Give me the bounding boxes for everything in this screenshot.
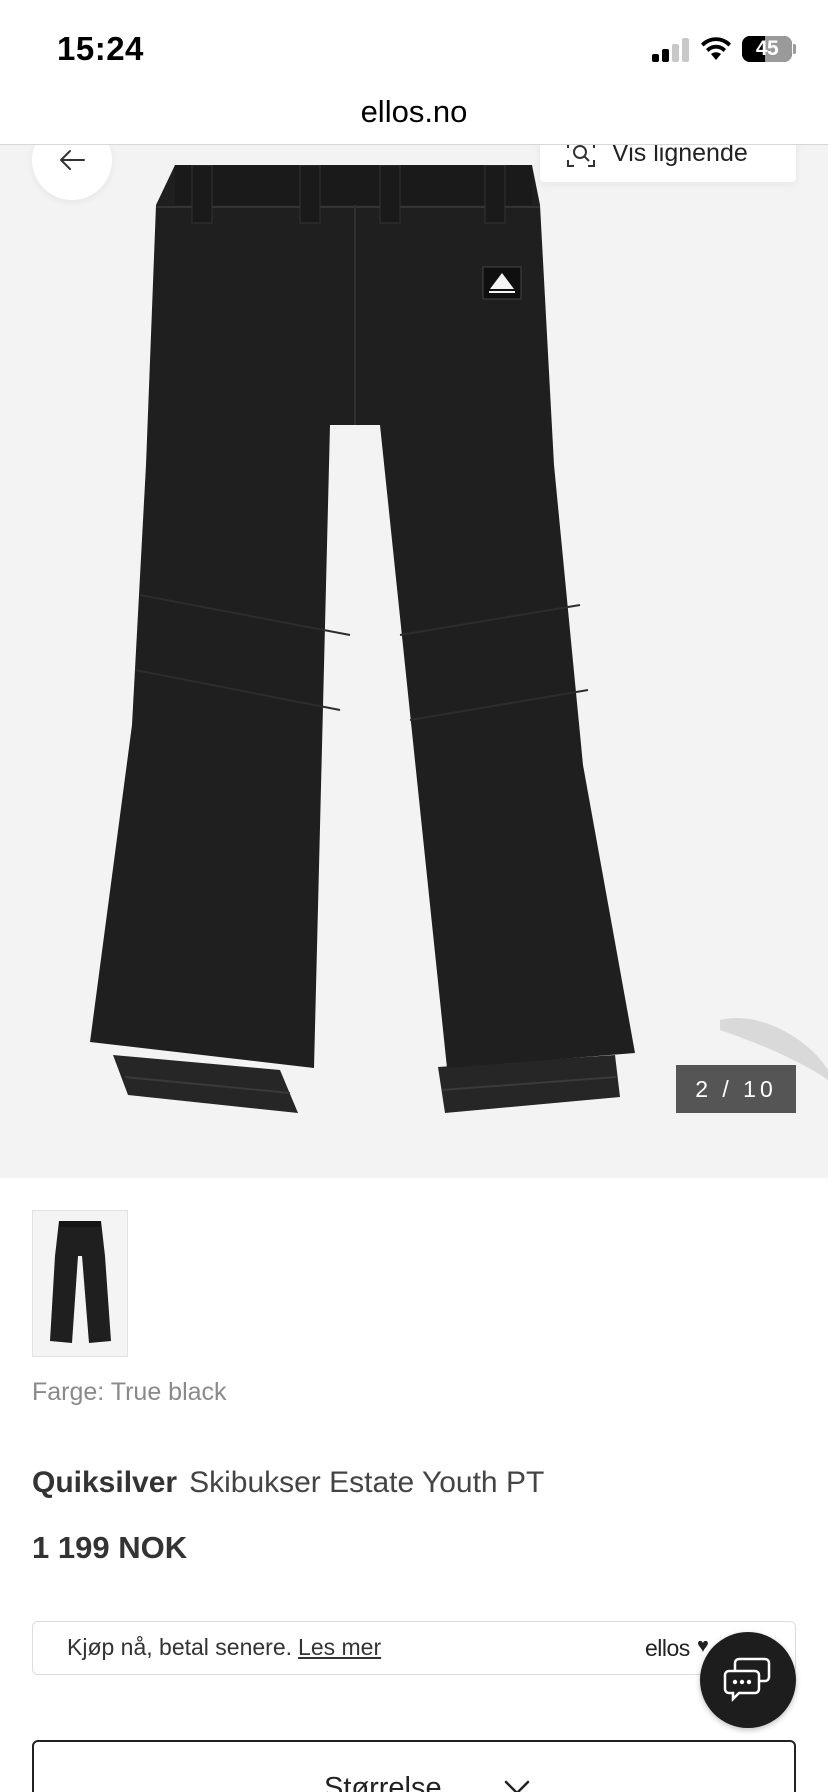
product-brand[interactable]: Quiksilver: [32, 1466, 177, 1499]
wifi-icon: [701, 37, 731, 60]
size-label: Størrelse: [324, 1772, 442, 1792]
payment-text-label: Kjøp nå, betal senere.: [67, 1634, 293, 1660]
product-name: Skibukser Estate Youth PT: [189, 1466, 545, 1499]
ellos-payment-logo: ellos: [645, 1635, 690, 1661]
status-bar: 15:24 45: [0, 0, 828, 95]
product-image: [90, 165, 635, 1113]
show-similar-label: Vis lignende: [612, 145, 748, 167]
product-price: 1 199 NOK: [32, 1530, 188, 1565]
status-time: 15:24: [57, 30, 144, 67]
thumbnail-image: [50, 1221, 111, 1343]
size-select-button[interactable]: Størrelse: [32, 1740, 796, 1792]
arrow-left-icon: [60, 150, 85, 170]
cellular-signal-icon: [652, 38, 690, 62]
color-thumbnail[interactable]: [32, 1210, 128, 1357]
battery-percent: 45: [755, 37, 779, 60]
battery-tip: [793, 44, 796, 54]
visual-search-icon: [567, 145, 595, 167]
chat-button[interactable]: [700, 1632, 796, 1728]
show-similar-button[interactable]: Vis lignende: [540, 145, 796, 182]
url-text: ellos.no: [360, 94, 468, 129]
product-title: Quiksilver Skibukser Estate Youth PT: [32, 1466, 544, 1500]
battery-icon: 45: [742, 36, 792, 62]
chat-bubble-icon: [723, 1657, 771, 1703]
chevron-down-icon: [504, 1780, 530, 1792]
image-counter: 2 / 10: [676, 1065, 796, 1113]
payment-info-box: Kjøp nå, betal senere. Les mer ellos ♥: [32, 1621, 796, 1675]
read-more-link[interactable]: Les mer: [298, 1634, 381, 1660]
product-image-gallery[interactable]: Vis lignende 2 / 10: [0, 145, 828, 1178]
color-label: Farge: True black: [32, 1378, 227, 1406]
browser-url-bar[interactable]: ellos.no: [0, 95, 828, 145]
payment-text: Kjøp nå, betal senere. Les mer: [67, 1634, 381, 1661]
